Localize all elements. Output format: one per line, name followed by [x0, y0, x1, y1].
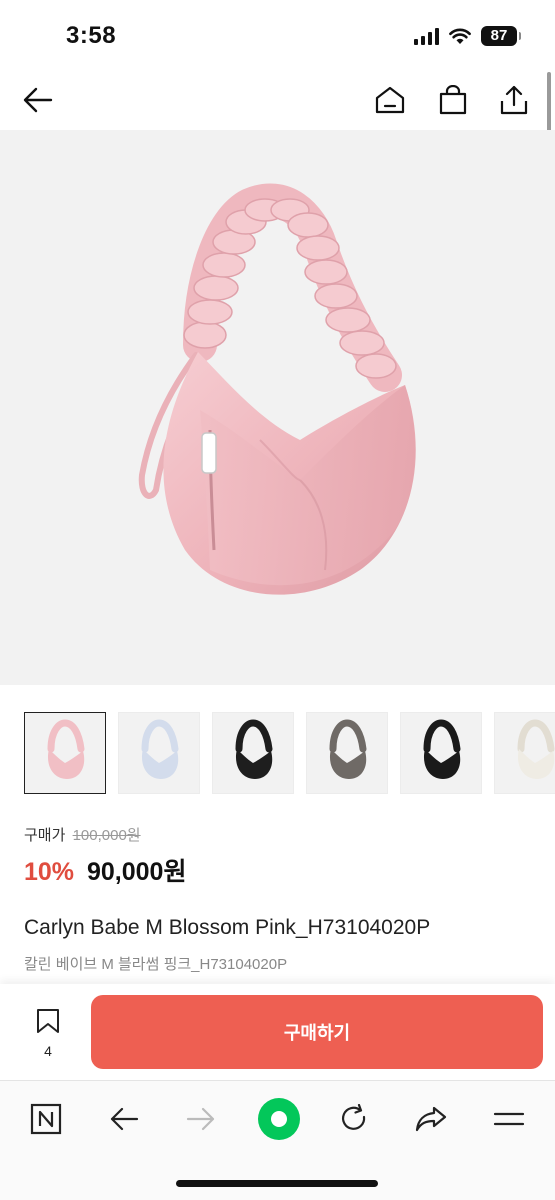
handbag-thumbnail-image: [329, 719, 367, 779]
back-button[interactable]: [18, 80, 58, 120]
refresh-button[interactable]: [332, 1097, 376, 1141]
price-label-row: 구매가 100,000원: [24, 824, 141, 845]
handbag-thumbnail-image: [423, 719, 461, 779]
refresh-icon: [341, 1104, 366, 1130]
bookmark-count: 4: [44, 1043, 52, 1059]
discount-rate: 10%: [24, 858, 75, 886]
handbag-thumbnail-image: [47, 719, 85, 779]
product-image[interactable]: [0, 130, 555, 685]
thumbnail-strip: [24, 712, 555, 796]
battery-indicator: 87: [481, 26, 521, 46]
status-indicators: 87: [414, 26, 521, 46]
thumbnail-black[interactable]: [212, 712, 294, 794]
handbag-thumbnail-image: [235, 719, 273, 779]
purchase-bar: 4 구매하기: [0, 984, 555, 1080]
share-arrow-icon: [415, 1106, 447, 1132]
sale-price: 90,000원: [87, 858, 187, 886]
handbag-image: [138, 183, 416, 595]
bookmark-icon: [37, 1009, 59, 1033]
shopping-bag-icon: [439, 85, 467, 115]
handbag-thumbnail-image: [517, 719, 555, 779]
original-price: 100,000원: [72, 827, 141, 844]
handbag-thumbnail-image: [141, 719, 179, 779]
forward-arrow-icon: [186, 1107, 215, 1131]
share-button[interactable]: [494, 80, 534, 120]
menu-icon: [493, 1112, 525, 1126]
back-arrow-icon: [110, 1107, 139, 1131]
price-label: 구매가: [24, 827, 66, 844]
share-icon: [500, 85, 528, 115]
status-time: 3:58: [66, 22, 117, 49]
product-subtitle: 칼린 베이브 M 블라썸 핑크_H73104020P: [24, 956, 288, 973]
home-indicator: [176, 1180, 378, 1187]
cart-button[interactable]: [433, 80, 473, 120]
naver-n-icon: [30, 1103, 62, 1135]
signal-icon: [414, 27, 439, 45]
thumbnail-black-glossy[interactable]: [400, 712, 482, 794]
browser-forward-button[interactable]: [179, 1097, 223, 1141]
thumbnail-sky-blue[interactable]: [118, 712, 200, 794]
product-title: Carlyn Babe M Blossom Pink_H73104020P: [24, 916, 431, 939]
browser-share-button[interactable]: [409, 1097, 453, 1141]
arrow-left-icon: [23, 87, 53, 113]
status-bar: 3:58 87: [0, 0, 555, 70]
browser-menu-button[interactable]: [487, 1097, 531, 1141]
home-button[interactable]: [370, 80, 410, 120]
naver-green-dot-button[interactable]: [253, 1093, 305, 1145]
price-row: 10% 90,000원: [24, 852, 186, 888]
browser-back-button[interactable]: [102, 1097, 146, 1141]
bookmark-button[interactable]: 4: [26, 1008, 70, 1059]
thumbnail-ivory[interactable]: [494, 712, 555, 794]
buy-button[interactable]: 구매하기: [91, 995, 543, 1069]
wifi-icon: [449, 28, 471, 44]
home-icon: [375, 86, 405, 114]
naver-home-button[interactable]: [24, 1097, 68, 1141]
thumbnail-pink[interactable]: [24, 712, 106, 794]
naver-green-dot-icon: [258, 1098, 300, 1140]
thumbnail-grey[interactable]: [306, 712, 388, 794]
top-navigation: [0, 70, 555, 130]
